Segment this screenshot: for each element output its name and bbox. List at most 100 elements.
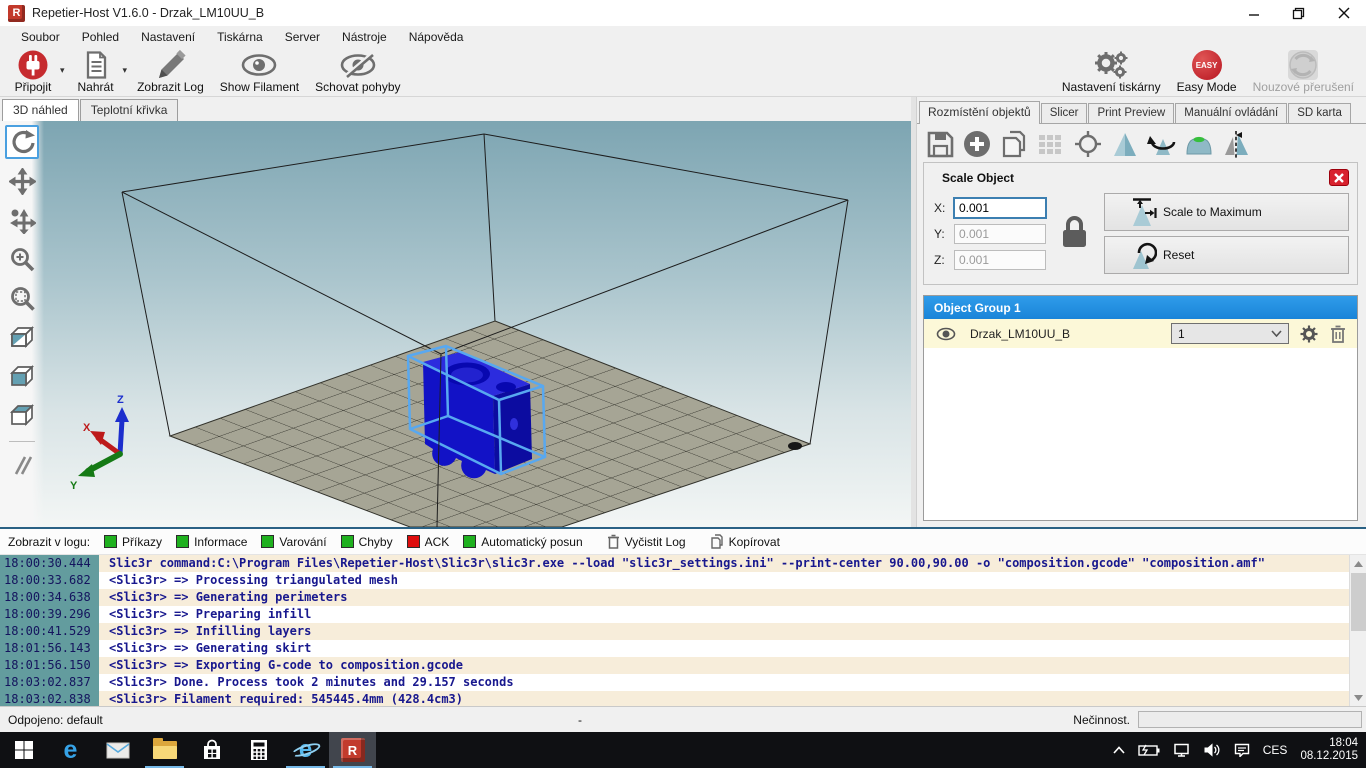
tab-print-preview[interactable]: Print Preview: [1088, 103, 1174, 123]
connect-dropdown-arrow[interactable]: ▾: [60, 65, 65, 76]
menu-item-tiskarna[interactable]: Tiskárna: [206, 28, 274, 46]
tray-language[interactable]: CES: [1263, 743, 1288, 757]
object-delete-trash-icon[interactable]: [1329, 324, 1347, 344]
close-icon: [1338, 7, 1350, 19]
eye-slash-icon: [339, 50, 377, 80]
reset-scale-label: Reset: [1163, 248, 1194, 262]
tab-sd-card[interactable]: SD karta: [1288, 103, 1351, 123]
taskbar-calculator[interactable]: [235, 732, 282, 768]
copies-dropdown[interactable]: 1: [1171, 323, 1289, 344]
tray-action-center-icon[interactable]: [1234, 743, 1250, 757]
taskbar-internet-explorer[interactable]: e: [282, 732, 329, 768]
object-group-header[interactable]: Object Group 1: [924, 296, 1357, 319]
menu-item-nastaveni[interactable]: Nastavení: [130, 28, 206, 46]
tab-temperature-curve[interactable]: Teplotní křivka: [80, 99, 179, 121]
center-object-button[interactable]: [1073, 129, 1103, 159]
parallel-projection-button[interactable]: [5, 448, 39, 482]
tray-volume-icon[interactable]: [1204, 743, 1221, 757]
taskbar-repetier-host[interactable]: R: [329, 732, 376, 768]
front-view-button[interactable]: [5, 359, 39, 393]
clear-log-button[interactable]: Vyčistit Log: [607, 534, 686, 549]
scroll-up-arrow[interactable]: [1350, 555, 1366, 572]
hide-travel-button[interactable]: Schovat pohyby: [307, 48, 408, 96]
log-scrollbar[interactable]: [1349, 555, 1366, 706]
menu-item-pohled[interactable]: Pohled: [71, 28, 130, 46]
isometric-view-button[interactable]: [5, 320, 39, 354]
tray-chevron-up-icon[interactable]: [1113, 746, 1125, 754]
object-row[interactable]: Drzak_LM10UU_B 1: [924, 319, 1357, 348]
cut-object-button[interactable]: [1221, 129, 1251, 159]
printer-settings-button[interactable]: Nastavení tiskárny: [1054, 48, 1169, 96]
zoom-in-button[interactable]: [5, 242, 39, 276]
log-output[interactable]: 18:00:30.444Slic3r command:C:\Program Fi…: [0, 555, 1366, 706]
lay-flat-button[interactable]: [1184, 129, 1214, 159]
scroll-down-arrow[interactable]: [1350, 689, 1366, 706]
scrollbar-thumb[interactable]: [1351, 573, 1366, 631]
scale-to-maximum-button[interactable]: Scale to Maximum: [1104, 193, 1349, 231]
move-object-button[interactable]: [5, 203, 39, 237]
log-row: 18:03:02.838<Slic3r> Filament required: …: [0, 691, 1366, 706]
reset-scale-button[interactable]: Reset: [1104, 236, 1349, 274]
tab-slicer[interactable]: Slicer: [1041, 103, 1088, 123]
easy-mode-button[interactable]: EASY Easy Mode: [1169, 48, 1245, 96]
tray-clock[interactable]: 18:04 08.12.2015: [1300, 737, 1358, 763]
log-filter-caption: Zobrazit v logu:: [8, 535, 90, 549]
log-filter-autoscroll[interactable]: Automatický posun: [463, 535, 582, 549]
add-object-icon: [962, 129, 992, 159]
load-dropdown-arrow[interactable]: ▾: [123, 65, 128, 76]
taskbar-edge[interactable]: e: [47, 732, 94, 768]
log-filter-errors[interactable]: Chyby: [341, 535, 393, 549]
autoposition-grid-button[interactable]: [1036, 129, 1066, 159]
rotate-view-button[interactable]: [5, 125, 39, 159]
show-log-button[interactable]: Zobrazit Log: [129, 48, 212, 96]
tab-object-placement[interactable]: Rozmístění objektů: [919, 101, 1040, 124]
fit-view-button[interactable]: [5, 281, 39, 315]
tab-manual-control[interactable]: Manuální ovládání: [1175, 103, 1287, 123]
object-visibility-eye-icon[interactable]: [936, 327, 956, 341]
restore-button[interactable]: [1276, 0, 1321, 26]
menu-item-nastroje[interactable]: Nástroje: [331, 28, 398, 46]
object-settings-gear-icon[interactable]: [1299, 324, 1319, 344]
object-toolbar: [923, 126, 1358, 162]
tab-3d-preview[interactable]: 3D náhled: [2, 99, 79, 122]
scale-panel-close-button[interactable]: [1329, 169, 1349, 186]
rotate-object-icon: [1147, 129, 1177, 159]
log-filter-ack[interactable]: ACK: [407, 535, 450, 549]
log-filter-warnings[interactable]: Varování: [261, 535, 326, 549]
copy-log-button[interactable]: Kopírovat: [710, 534, 780, 549]
viewport-3d[interactable]: X Y Z: [0, 121, 911, 527]
tray-battery-icon[interactable]: [1138, 744, 1160, 756]
minimize-button[interactable]: [1231, 0, 1276, 26]
taskbar-mail[interactable]: [94, 732, 141, 768]
scale-object-button[interactable]: [1110, 129, 1140, 159]
save-button[interactable]: [925, 129, 955, 159]
copies-value: 1: [1178, 327, 1267, 341]
menu-item-soubor[interactable]: Soubor: [10, 28, 71, 46]
copy-object-button[interactable]: [999, 129, 1029, 159]
add-object-button[interactable]: [962, 129, 992, 159]
log-filter-commands[interactable]: Příkazy: [104, 535, 162, 549]
tray-network-icon[interactable]: [1173, 743, 1191, 757]
taskbar-store[interactable]: [188, 732, 235, 768]
viewport-3d-scene[interactable]: X Y Z: [0, 121, 911, 527]
start-button[interactable]: [0, 732, 47, 768]
log-filter-info[interactable]: Informace: [176, 535, 247, 549]
top-view-icon: [8, 402, 36, 429]
show-filament-button[interactable]: Show Filament: [212, 48, 307, 96]
top-view-button[interactable]: [5, 398, 39, 432]
isometric-view-icon: [8, 324, 36, 351]
log-row: 18:00:39.296<Slic3r> => Preparing infill: [0, 606, 1366, 623]
close-button[interactable]: [1321, 0, 1366, 26]
menu-item-napoveda[interactable]: Nápověda: [398, 28, 475, 46]
log-row: 18:01:56.143<Slic3r> => Generating skirt: [0, 640, 1366, 657]
scale-object-icon: [1110, 129, 1140, 159]
menu-item-server[interactable]: Server: [274, 28, 331, 46]
scale-x-input[interactable]: [954, 198, 1046, 218]
lock-aspect-button[interactable]: [1058, 214, 1090, 253]
move-view-button[interactable]: [5, 164, 39, 198]
load-button[interactable]: Nahrát: [67, 48, 125, 96]
rotate-object-button[interactable]: [1147, 129, 1177, 159]
taskbar-file-explorer[interactable]: [141, 732, 188, 768]
connect-button[interactable]: Připojit: [4, 48, 62, 96]
object-list-empty-area: [924, 348, 1357, 520]
